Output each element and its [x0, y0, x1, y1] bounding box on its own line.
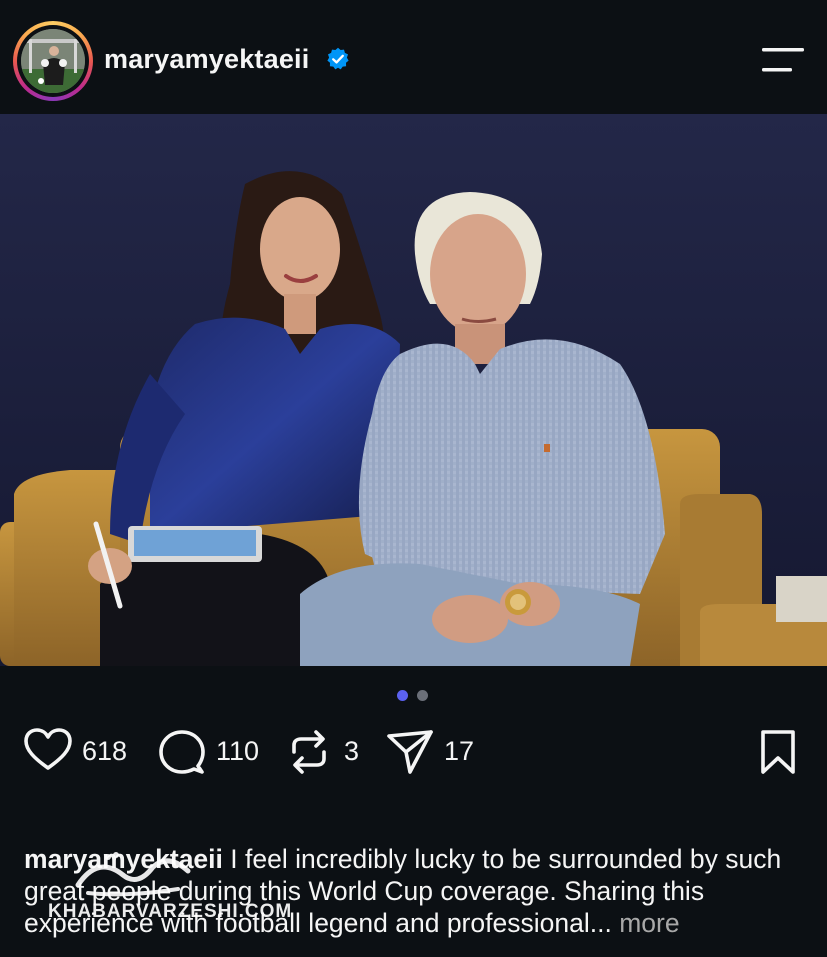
- avatar-image: [21, 29, 85, 93]
- hamburger-menu-icon[interactable]: [762, 48, 804, 74]
- post-photo[interactable]: [0, 114, 827, 666]
- like-button[interactable]: 618: [24, 724, 134, 778]
- caption-username[interactable]: maryamyektaeii: [24, 844, 223, 874]
- carousel-dot-active: [397, 690, 408, 701]
- post-username[interactable]: maryamyektaeii: [104, 44, 309, 75]
- share-button[interactable]: 17: [386, 724, 486, 778]
- post-caption: maryamyektaeii I feel incredibly lucky t…: [24, 843, 814, 939]
- post-image-illustration: [0, 114, 827, 666]
- verified-badge-icon: [327, 47, 349, 70]
- heart-icon: [24, 728, 72, 770]
- avatar-gap: [17, 25, 89, 97]
- post-header: maryamyektaeii: [0, 0, 827, 114]
- avatar-photo-icon: [21, 29, 85, 93]
- repost-button[interactable]: 3: [288, 724, 368, 778]
- send-paper-plane-icon: [387, 730, 433, 774]
- repost-count: 3: [344, 736, 360, 766]
- share-count: 17: [444, 736, 475, 766]
- carousel-dot: [417, 690, 428, 701]
- comment-bubble-icon: [159, 730, 205, 774]
- repost-icon: [292, 730, 326, 774]
- more-link[interactable]: more: [619, 908, 679, 938]
- comment-count: 110: [216, 736, 260, 766]
- save-button[interactable]: [758, 724, 802, 778]
- profile-avatar[interactable]: [13, 21, 93, 101]
- carousel-indicator: [397, 690, 437, 702]
- bookmark-icon: [761, 730, 795, 774]
- comment-button[interactable]: 110: [158, 724, 268, 778]
- post-action-bar: 618 110 3 17: [0, 724, 827, 778]
- like-count: 618: [82, 736, 128, 766]
